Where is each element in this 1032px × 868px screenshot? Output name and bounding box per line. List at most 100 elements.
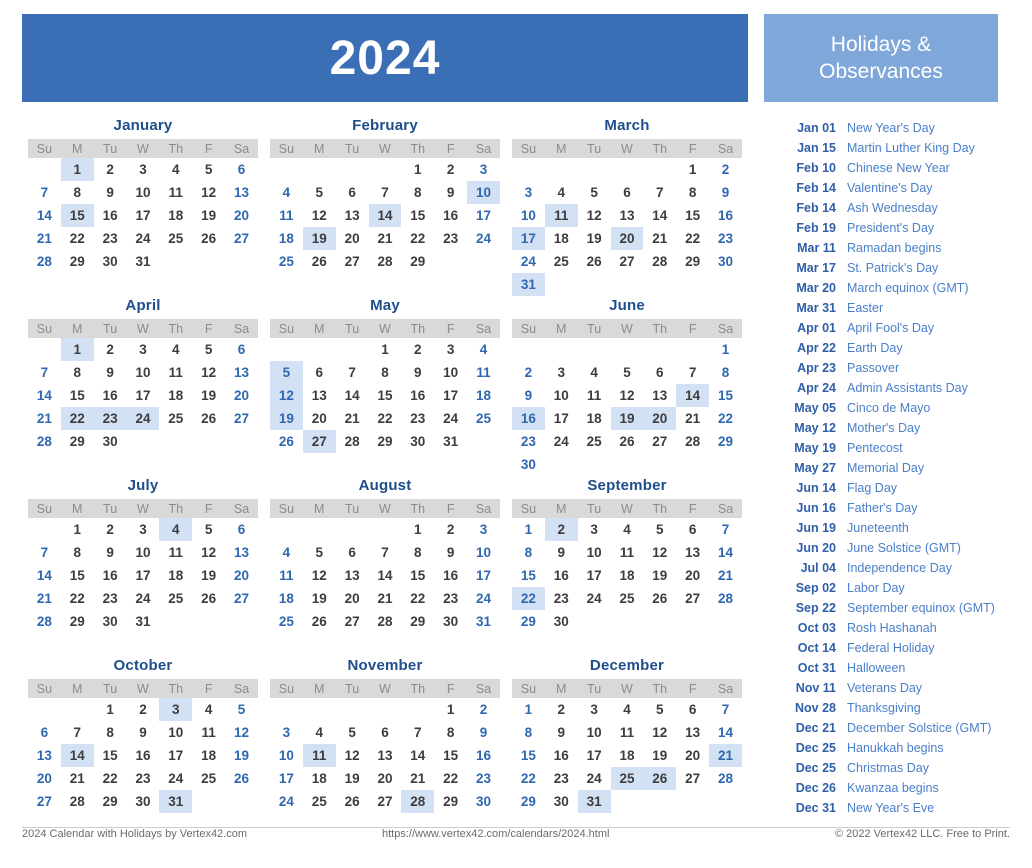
day-cell: 17 <box>512 227 545 250</box>
month-table: Su M Tu W Th F Sa 1 2 3 4 5 6 7 8 9 10 11 12 13 14 15 16 17 18 19… <box>512 319 742 476</box>
month-title: November <box>347 657 423 674</box>
holiday-date: Dec 25 <box>795 741 836 755</box>
holiday-row: May 19 Pentecost <box>776 441 998 461</box>
day-cell: 13 <box>234 185 250 200</box>
day-cell: 30 <box>718 254 734 269</box>
day-cell: 23 <box>520 434 536 449</box>
day-cell: 27 <box>685 771 701 786</box>
week-row: 29 30 31 <box>512 790 742 813</box>
day-cell: 8 <box>446 725 455 740</box>
day-cell: 25 <box>278 254 294 269</box>
holiday-name: Rosh Hashanah <box>847 621 937 635</box>
day-cell: 19 <box>201 568 217 583</box>
day-cell: 27 <box>234 591 250 606</box>
weekday-header-f: F <box>434 319 468 338</box>
day-cell: 5 <box>204 342 213 357</box>
holiday-row: Mar 20 March equinox (GMT) <box>776 281 998 301</box>
day-cell: 29 <box>685 254 701 269</box>
day-cell: 21 <box>709 744 742 767</box>
day-cell: 4 <box>282 185 291 200</box>
day-cell: 18 <box>201 748 217 763</box>
day-cell: 6 <box>688 702 697 717</box>
day-cell-empty <box>225 790 258 813</box>
day-cell: 3 <box>479 522 488 537</box>
day-cell: 14 <box>718 725 734 740</box>
day-cell: 3 <box>590 522 598 537</box>
day-cell: 29 <box>377 434 393 449</box>
day-cell-empty <box>303 158 336 181</box>
day-cell: 14 <box>718 545 734 560</box>
holiday-date: Feb 10 <box>796 161 836 175</box>
weekday-header-m: M <box>60 319 94 338</box>
day-cell: 22 <box>69 591 85 606</box>
day-cell-empty <box>225 250 258 273</box>
day-cell: 19 <box>234 748 250 763</box>
day-cell: 7 <box>348 365 356 380</box>
day-cell: 2 <box>721 162 730 177</box>
holiday-row: Mar 17 St. Patrick's Day <box>776 261 998 281</box>
weekday-header-tu: Tu <box>577 319 611 338</box>
weekday-header-sa: Sa <box>225 139 258 158</box>
day-cell: 19 <box>610 407 644 430</box>
day-cell: 28 <box>69 794 85 809</box>
day-cell: 19 <box>201 208 217 223</box>
day-cell: 17 <box>168 748 184 763</box>
day-cell: 10 <box>135 365 151 380</box>
day-cell: 29 <box>102 794 118 809</box>
day-cell-empty <box>676 273 709 296</box>
weekday-header-th: Th <box>643 679 677 698</box>
day-cell: 23 <box>476 771 492 786</box>
week-row: 22 23 24 25 26 27 28 <box>512 587 742 610</box>
day-cell-empty <box>545 338 578 361</box>
day-cell-empty <box>578 338 611 361</box>
week-row: 1 2 3 <box>270 158 500 181</box>
day-cell: 26 <box>201 591 217 606</box>
holiday-date: May 27 <box>794 461 836 475</box>
holiday-date: Oct 14 <box>797 641 836 655</box>
day-cell: 10 <box>168 725 184 740</box>
weekday-header-f: F <box>676 139 710 158</box>
day-cell-empty <box>578 453 611 476</box>
month-block-may: May Su M Tu W Th F Sa 1 2 3 4 5 6 7 8 9 10 11 12 13 14 15 16 17 1… <box>264 294 506 474</box>
week-row: 14 15 16 17 18 19 20 <box>28 564 258 587</box>
holiday-date: Jun 16 <box>796 501 836 515</box>
day-cell-empty <box>192 610 225 633</box>
day-cell: 30 <box>102 254 118 269</box>
holiday-date: Feb 14 <box>796 181 836 195</box>
day-cell: 21 <box>377 591 393 606</box>
month-title: June <box>609 297 645 314</box>
weekday-header-w: W <box>610 319 644 338</box>
day-cell: 30 <box>553 794 569 809</box>
footer-url[interactable]: https://www.vertex42.com/calendars/2024.… <box>382 828 760 840</box>
weekday-header-row: Su M Tu W Th F Sa <box>270 499 500 518</box>
weekday-header-tu: Tu <box>93 499 127 518</box>
weekday-header-f: F <box>676 319 710 338</box>
holiday-name: Cinco de Mayo <box>847 401 931 415</box>
week-row: 11 12 13 14 15 16 17 <box>270 204 500 227</box>
day-cell: 22 <box>512 587 545 610</box>
day-cell: 26 <box>586 254 602 269</box>
holiday-date: May 12 <box>794 421 836 435</box>
day-cell-empty <box>676 610 709 633</box>
day-cell: 28 <box>718 591 734 606</box>
weekday-header-su: Su <box>270 499 303 518</box>
holiday-date: Mar 17 <box>796 261 836 275</box>
holiday-date: May 05 <box>794 401 836 415</box>
holiday-name: Pentecost <box>847 441 903 455</box>
day-cell-empty <box>643 273 676 296</box>
week-row: 4 5 6 7 8 9 10 <box>270 541 500 564</box>
day-cell: 27 <box>685 591 701 606</box>
day-cell: 7 <box>381 185 389 200</box>
weekday-header-row: Su M Tu W Th F Sa <box>28 499 258 518</box>
day-cell: 24 <box>586 771 602 786</box>
day-cell: 13 <box>685 725 701 740</box>
month-block-march: March Su M Tu W Th F Sa 1 2 3 4 5 6 7 8 9 10 11 12 13 14 15 16 1… <box>506 114 748 296</box>
week-row: 1 2 3 4 <box>270 338 500 361</box>
weekday-header-w: W <box>368 499 402 518</box>
day-cell: 2 <box>557 702 566 717</box>
holiday-row: May 05 Cinco de Mayo <box>776 401 998 421</box>
day-cell: 11 <box>619 545 635 560</box>
week-row: 25 26 27 28 29 <box>270 250 500 273</box>
day-cell: 12 <box>234 725 250 740</box>
week-row: 8 9 10 11 12 13 14 <box>512 721 742 744</box>
